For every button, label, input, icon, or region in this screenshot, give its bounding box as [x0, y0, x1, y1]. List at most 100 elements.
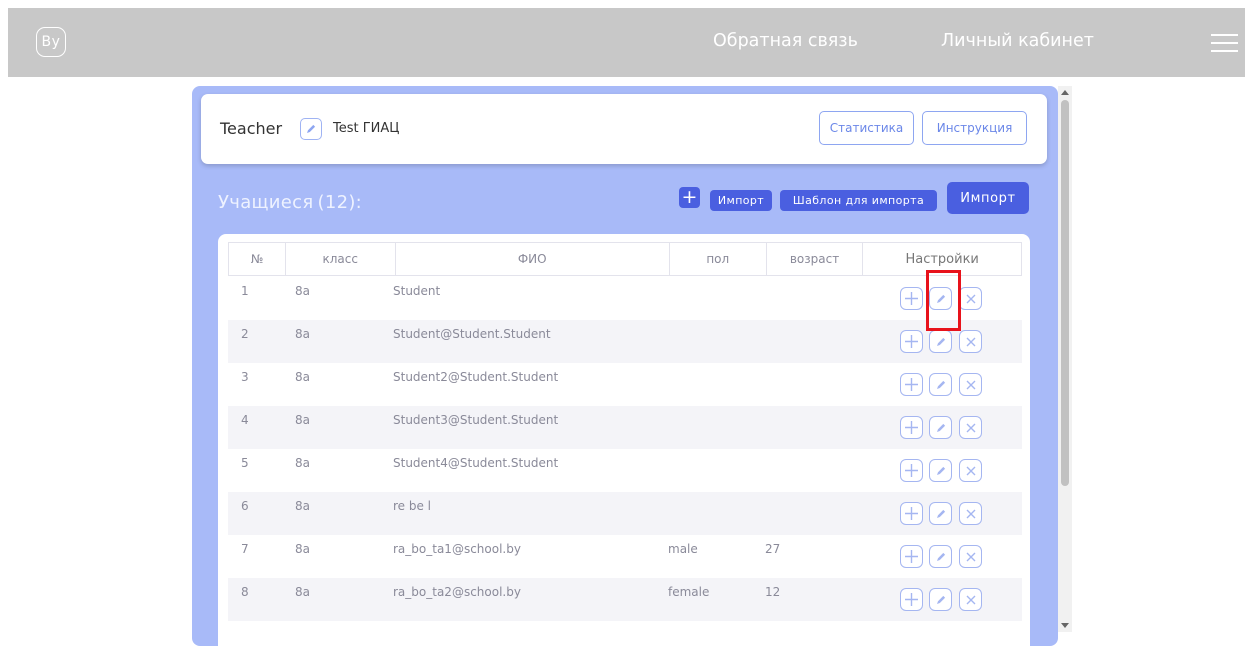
teacher-name: Test ГИАЦ — [333, 121, 400, 136]
add-student-button[interactable]: + — [679, 187, 700, 208]
row-delete-button[interactable] — [959, 373, 982, 396]
cell-fio: Student4@Student.Student — [393, 456, 559, 470]
table-row: 5 8а Student4@Student.Student — [228, 449, 1022, 492]
row-edit-button[interactable] — [929, 373, 952, 396]
cell-class: 8а — [295, 284, 310, 298]
row-add-button[interactable] — [900, 373, 923, 396]
import-template-button[interactable]: Шаблон для импорта — [780, 190, 937, 211]
row-edit-button[interactable] — [929, 459, 952, 482]
scroll-up-arrow[interactable] — [1061, 90, 1069, 95]
cell-fio: Student — [393, 284, 441, 298]
logo[interactable]: By — [36, 27, 66, 57]
students-title-text: Учащиеся — [218, 192, 314, 213]
table-row: 7 8а ra_bo_ta1@school.by male 27 — [228, 535, 1022, 578]
cell-class: 8а — [295, 456, 310, 470]
nav-feedback-link[interactable]: Обратная связь — [713, 31, 858, 51]
top-header: By Обратная связь Личный кабинет — [8, 8, 1245, 77]
scrollbar[interactable] — [1058, 86, 1072, 632]
row-add-button[interactable] — [900, 416, 923, 439]
plus-icon — [905, 421, 918, 434]
row-add-button[interactable] — [900, 545, 923, 568]
table-row: 1 8а Student — [228, 277, 1022, 320]
cell-fio: Student3@Student.Student — [393, 413, 559, 427]
cell-fio: ra_bo_ta1@school.by — [393, 542, 521, 556]
row-edit-button[interactable] — [929, 545, 952, 568]
plus-icon — [905, 550, 918, 563]
row-delete-button[interactable] — [959, 545, 982, 568]
cell-class: 8а — [295, 542, 310, 556]
students-panel: Teacher Test ГИАЦ Статистика Инструкция … — [192, 86, 1058, 654]
close-icon — [966, 595, 975, 604]
column-header-fio: ФИО — [396, 243, 670, 275]
cell-class: 8а — [295, 499, 310, 513]
pencil-icon — [936, 552, 945, 561]
row-edit-button[interactable] — [929, 502, 952, 525]
row-edit-button[interactable] — [929, 588, 952, 611]
pencil-icon — [936, 423, 945, 432]
cell-fio: Student@Student.Student — [393, 327, 551, 341]
cell-class: 8а — [295, 370, 310, 384]
close-icon — [966, 294, 975, 303]
plus-icon — [905, 507, 918, 520]
plus-icon — [905, 464, 918, 477]
row-delete-button[interactable] — [959, 416, 982, 439]
row-add-button[interactable] — [900, 287, 923, 310]
cell-number: 3 — [241, 370, 249, 384]
students-title: Учащиеся (12): — [218, 192, 362, 213]
pencil-icon — [936, 595, 945, 604]
students-count: (12): — [317, 192, 363, 213]
table-row: 3 8а Student2@Student.Student — [228, 363, 1022, 406]
cell-fio: re be l — [393, 499, 432, 513]
row-delete-button[interactable] — [959, 502, 982, 525]
table-header: № класс ФИО пол возраст Настройки — [228, 242, 1022, 276]
teacher-edit-button[interactable] — [300, 118, 322, 140]
table-row: 2 8а Student@Student.Student — [228, 320, 1022, 363]
column-header-sex: пол — [670, 243, 767, 275]
pencil-icon — [936, 509, 945, 518]
column-header-age: возраст — [767, 243, 864, 275]
row-edit-button[interactable] — [929, 416, 952, 439]
row-delete-button[interactable] — [959, 287, 982, 310]
statistics-button[interactable]: Статистика — [819, 111, 914, 145]
nav-cabinet-link[interactable]: Личный кабинет — [941, 31, 1094, 51]
instruction-button[interactable]: Инструкция — [922, 111, 1027, 145]
pencil-icon — [307, 124, 316, 133]
cell-class: 8а — [295, 327, 310, 341]
plus-icon — [905, 292, 918, 305]
row-add-button[interactable] — [900, 330, 923, 353]
teacher-card: Teacher Test ГИАЦ Статистика Инструкция — [201, 94, 1047, 164]
row-delete-button[interactable] — [959, 330, 982, 353]
students-table: № класс ФИО пол возраст Настройки 1 8а Stu… — [218, 234, 1030, 654]
cell-number: 5 — [241, 456, 249, 470]
row-delete-button[interactable] — [959, 459, 982, 482]
row-add-button[interactable] — [900, 502, 923, 525]
cell-number: 8 — [241, 585, 249, 599]
table-row: 6 8а re be l — [228, 492, 1022, 535]
row-delete-button[interactable] — [959, 588, 982, 611]
cell-age: 12 — [765, 585, 781, 599]
row-add-button[interactable] — [900, 459, 923, 482]
pencil-icon — [936, 466, 945, 475]
import-button[interactable]: Импорт — [947, 182, 1029, 214]
pencil-icon — [936, 294, 945, 303]
cell-fio: ra_bo_ta2@school.by — [393, 585, 521, 599]
hamburger-icon[interactable] — [1211, 34, 1238, 52]
cell-class: 8а — [295, 585, 310, 599]
cell-number: 4 — [241, 413, 249, 427]
row-add-button[interactable] — [900, 588, 923, 611]
plus-icon — [905, 378, 918, 391]
row-edit-button[interactable] — [929, 330, 952, 353]
plus-icon — [905, 593, 918, 606]
cell-sex: female — [668, 585, 710, 599]
scroll-down-arrow[interactable] — [1061, 623, 1069, 628]
import-small-button[interactable]: Импорт — [710, 190, 772, 211]
column-header-number: № — [229, 243, 286, 275]
close-icon — [966, 552, 975, 561]
close-icon — [966, 380, 975, 389]
scroll-thumb[interactable] — [1061, 100, 1069, 486]
cell-class: 8а — [295, 413, 310, 427]
close-icon — [966, 337, 975, 346]
close-icon — [966, 423, 975, 432]
row-edit-button[interactable] — [929, 287, 952, 310]
teacher-label: Teacher — [220, 119, 283, 138]
